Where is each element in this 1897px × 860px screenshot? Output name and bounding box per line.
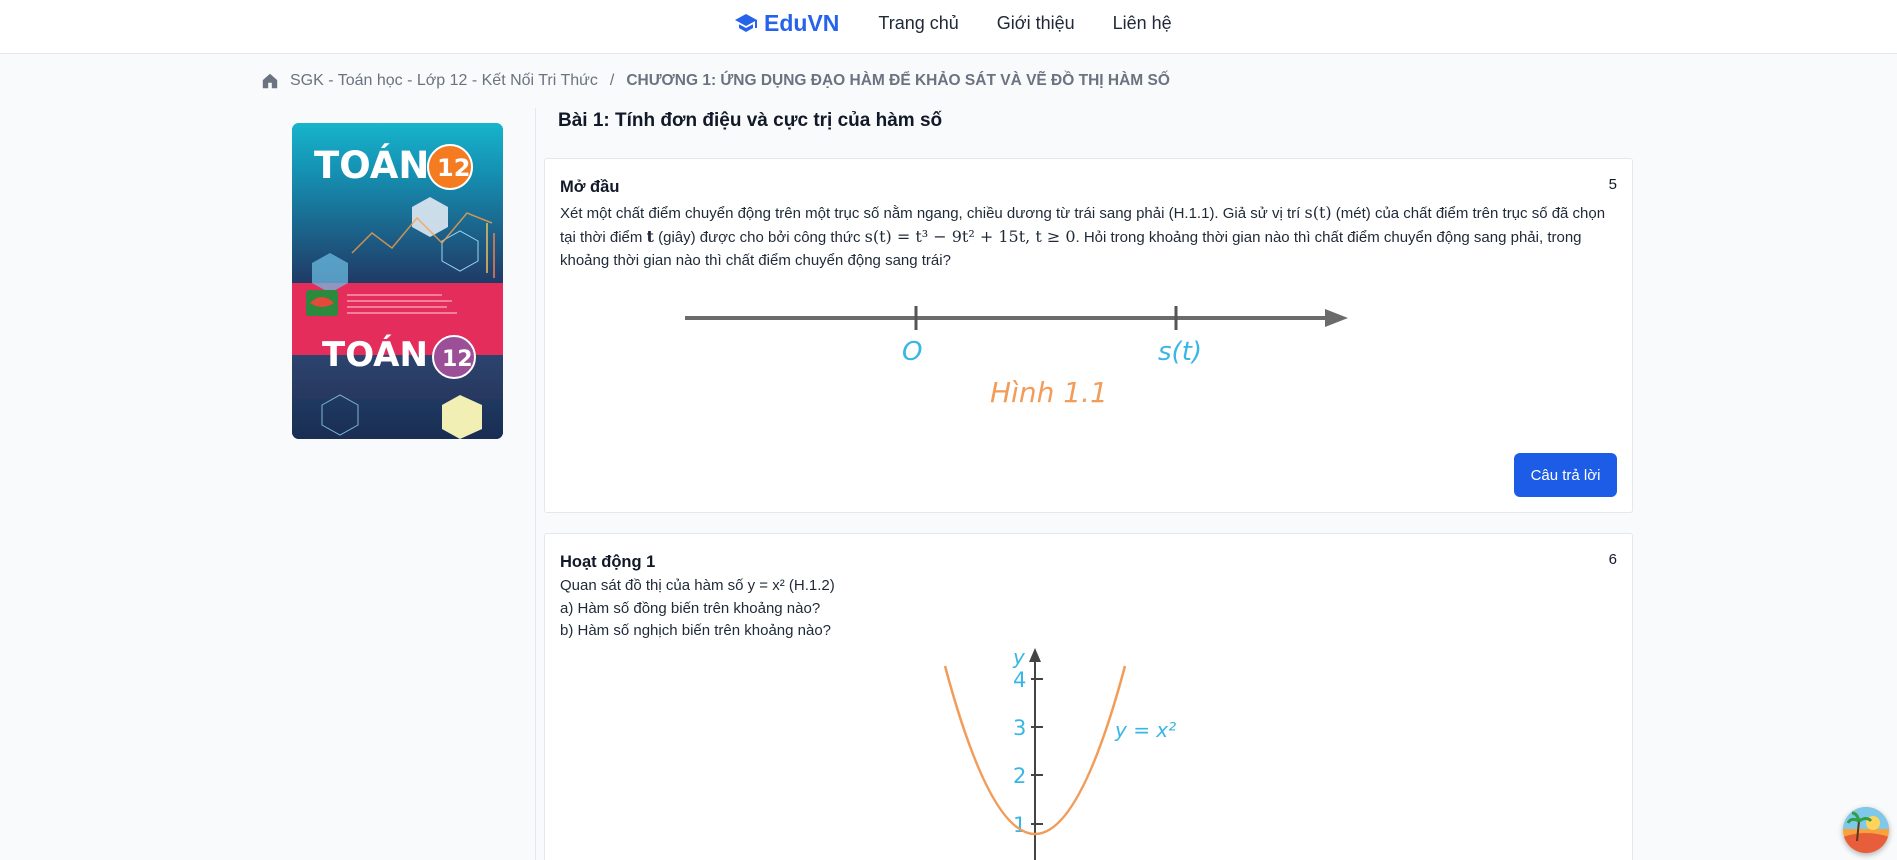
nav-about[interactable]: Giới thiệu (997, 13, 1075, 34)
beach-icon (1843, 807, 1889, 853)
breadcrumb-chapter: CHƯƠNG 1: ỨNG DỤNG ĐẠO HÀM ĐỂ KHẢO SÁT V… (626, 72, 1170, 89)
book-cover-image[interactable]: TOÁN 12 TOÁN 12 (292, 123, 503, 439)
figure-origin-label: O (902, 337, 922, 367)
chat-avatar-button[interactable] (1843, 807, 1889, 853)
card-question: Xét một chất điểm chuyển động trên một t… (560, 201, 1620, 272)
question-text: Xét một chất điểm chuyển động trên một t… (560, 205, 1305, 222)
lesson-title: Bài 1: Tính đơn điệu và cực trị của hàm … (558, 110, 943, 131)
question-line: a) Hàm số đồng biến trên khoảng nào? (560, 599, 821, 617)
math-expression: s(t) = t³ − 9t² + 15t, t ≥ 0 (864, 227, 1076, 246)
question-line: b) Hàm số nghịch biến trên khoảng nào? (560, 622, 832, 639)
nav-contact[interactable]: Liên hệ (1113, 13, 1172, 34)
math-expression: s(t) (1304, 203, 1332, 222)
y-tick-label: 4 (1013, 668, 1026, 692)
number-line-figure: O s(t) Hình 1.1 (685, 306, 1348, 409)
cover-title-top: TOÁN (314, 143, 429, 187)
breadcrumb: SGK - Toán học - Lớp 12 - Kết Nối Tri Th… (261, 71, 1170, 91)
question-line: Quan sát đồ thị của hàm số y = x² (H.1.2… (560, 577, 835, 594)
nav-home[interactable]: Trang chủ (878, 13, 958, 34)
card-question: Quan sát đồ thị của hàm số y = x² (H.1.2… (560, 575, 1620, 643)
card-title: Hoạt động 1 (560, 553, 656, 571)
y-tick-label: 2 (1013, 764, 1026, 788)
y-tick-label: 3 (1013, 716, 1026, 740)
activity-card: Hoạt động 1 6 Quan sát đồ thị của hàm số… (544, 533, 1633, 860)
answer-button[interactable]: Câu trả lời (1514, 453, 1617, 497)
cover-grade-top: 12 (437, 154, 470, 182)
exercise-card: Mở đầu 5 Xét một chất điểm chuyển động t… (544, 158, 1633, 513)
question-text: (giây) được cho bởi công thức (653, 229, 865, 246)
y-axis-label: y (1012, 645, 1026, 669)
home-icon[interactable] (261, 72, 279, 90)
card-number: 5 (1608, 176, 1617, 193)
cover-title-bottom: TOÁN (322, 334, 428, 375)
card-title: Mở đầu (560, 178, 620, 196)
figure-point-label: s(t) (1158, 337, 1202, 367)
card-number: 6 (1608, 551, 1617, 568)
graduation-cap-icon (735, 14, 757, 32)
curve-label: y = x² (1114, 718, 1176, 742)
math-expression: t (646, 227, 654, 246)
top-navbar: EduVN Trang chủ Giới thiệu Liên hệ (0, 0, 1897, 54)
parabola-figure: y 4 3 2 1 y = x² (943, 645, 1176, 860)
main-nav: EduVN Trang chủ Giới thiệu Liên hệ (734, 8, 1172, 38)
logo-link[interactable]: EduVN (734, 10, 839, 37)
breadcrumb-book-link[interactable]: SGK - Toán học - Lớp 12 - Kết Nối Tri Th… (290, 72, 598, 90)
sidebar-divider (535, 108, 536, 860)
logo-text: EduVN (764, 9, 840, 36)
cover-grade-bottom: 12 (442, 347, 473, 372)
figure-caption: Hình 1.1 (990, 376, 1108, 409)
breadcrumb-separator: / (609, 72, 615, 89)
book-cover-art: TOÁN 12 TOÁN 12 (292, 123, 503, 439)
